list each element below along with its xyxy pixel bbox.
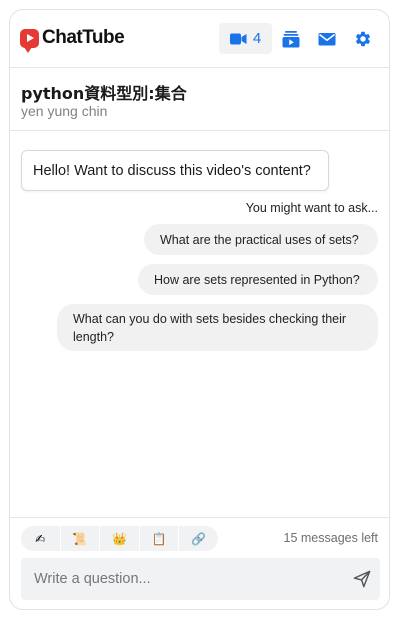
mail-icon[interactable]	[318, 30, 336, 48]
assistant-greeting: Hello! Want to discuss this video's cont…	[21, 150, 329, 191]
send-icon[interactable]	[353, 570, 371, 588]
writing-hand-icon[interactable]: ✍	[21, 526, 61, 551]
header: ChatTube 4	[10, 10, 389, 68]
playlist-icon[interactable]	[282, 30, 300, 48]
logo: ChatTube	[20, 27, 125, 53]
chat-panel: ChatTube 4 python資料型別:集合 yen yung chin H…	[9, 9, 390, 610]
logo-play-icon	[20, 28, 39, 53]
link-icon[interactable]: 🔗	[179, 526, 218, 551]
video-title: python資料型別:集合	[21, 84, 187, 103]
suggested-question[interactable]: What can you do with sets besides checki…	[57, 304, 378, 351]
divider	[10, 517, 389, 518]
app-name: ChatTube	[42, 27, 125, 48]
scroll-icon[interactable]: 📜	[61, 526, 101, 551]
gear-icon[interactable]	[354, 30, 372, 48]
question-input[interactable]	[21, 558, 341, 600]
suggestion-hint: You might want to ask...	[245, 201, 378, 215]
suggested-question[interactable]: How are sets represented in Python?	[138, 264, 378, 295]
prompt-tools: ✍ 📜 👑 📋 🔗	[21, 526, 218, 551]
videos-button[interactable]: 4	[219, 23, 272, 54]
video-info: python資料型別:集合 yen yung chin	[10, 68, 389, 131]
video-author: yen yung chin	[21, 103, 108, 119]
suggested-question[interactable]: What are the practical uses of sets?	[144, 224, 378, 255]
question-input-box	[21, 558, 380, 600]
clipboard-icon[interactable]: 📋	[140, 526, 180, 551]
messages-left: 15 messages left	[283, 531, 379, 545]
video-camera-icon	[229, 33, 247, 44]
video-count: 4	[252, 30, 262, 47]
crown-icon[interactable]: 👑	[100, 526, 140, 551]
